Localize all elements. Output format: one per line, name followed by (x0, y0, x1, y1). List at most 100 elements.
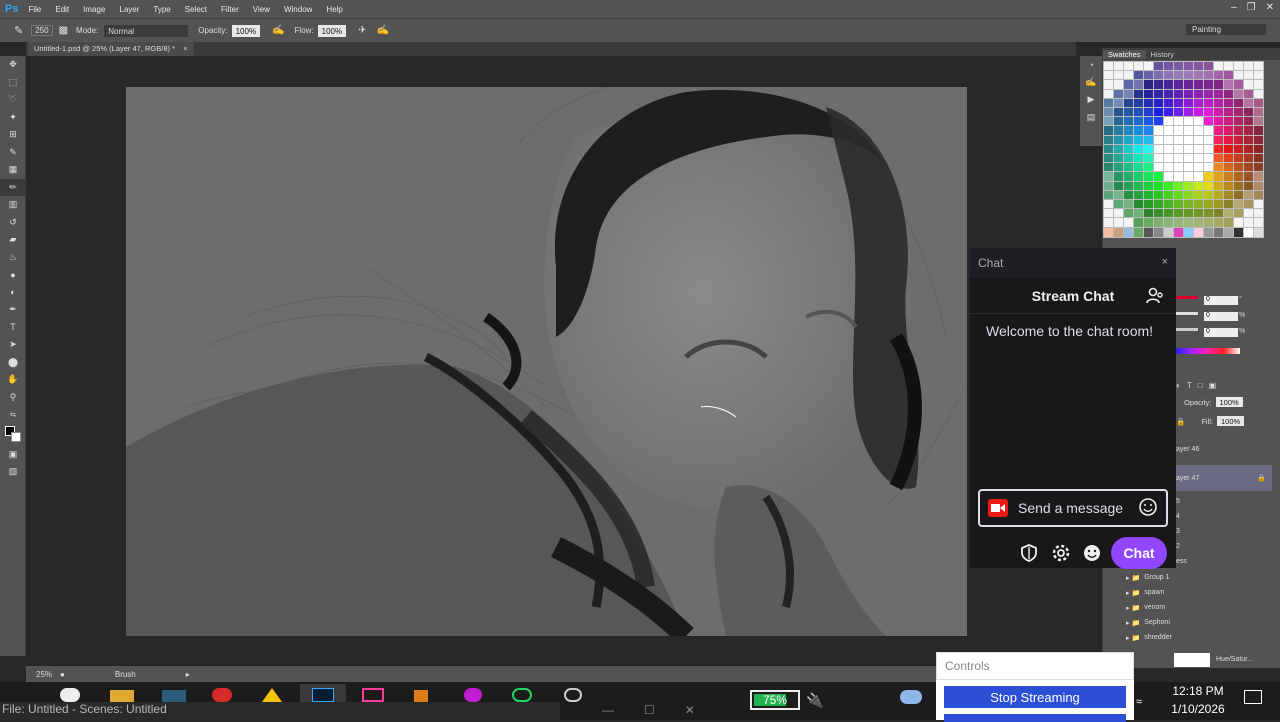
swatch-cell[interactable] (1233, 180, 1244, 192)
swatch-cell[interactable] (1203, 70, 1214, 82)
shape-tool-icon[interactable]: ⬤ (0, 354, 26, 372)
swatch-cell[interactable] (1153, 70, 1164, 82)
swap-colors-icon[interactable]: ⇆ (0, 406, 26, 424)
swatch-cell[interactable] (1243, 107, 1254, 118)
swatch-cell[interactable] (1193, 208, 1204, 220)
blur-tool-icon[interactable]: ● (0, 266, 26, 284)
swatch-cell[interactable] (1203, 97, 1214, 109)
swatch-cell[interactable] (1133, 208, 1144, 220)
quick-mask-icon[interactable]: ▣ (0, 446, 26, 464)
dodge-tool-icon[interactable]: ◐ (0, 284, 26, 302)
swatch-cell[interactable] (1153, 143, 1164, 155)
community-icon[interactable] (1146, 286, 1164, 307)
eraser-tool-icon[interactable]: ▰ (0, 231, 26, 249)
swatch-cell[interactable] (1183, 208, 1194, 220)
swatch-cell[interactable] (1173, 226, 1184, 238)
tab-history[interactable]: History (1146, 50, 1179, 59)
hand-tool-icon[interactable]: ✋ (0, 371, 26, 389)
swatch-cell[interactable] (1253, 226, 1264, 238)
layer-group-row[interactable]: ▸ 📁 shredder (1104, 630, 1268, 645)
swatch-cell[interactable] (1143, 162, 1154, 174)
swatch-cell[interactable] (1103, 199, 1114, 210)
swatch-cell[interactable] (1243, 208, 1254, 220)
close-tab-icon[interactable]: × (183, 44, 187, 53)
swatch-cell[interactable] (1203, 217, 1214, 229)
swatch-cell[interactable] (1233, 88, 1244, 100)
swatch-cell[interactable] (1163, 88, 1174, 100)
swatch-cell[interactable] (1123, 180, 1134, 192)
swatch-cell[interactable] (1153, 79, 1164, 91)
swatch-cell[interactable] (1193, 61, 1204, 72)
swatch-cell[interactable] (1113, 153, 1124, 164)
swatch-cell[interactable] (1203, 199, 1214, 210)
swatch-cell[interactable] (1143, 171, 1154, 183)
swatch-cell[interactable] (1143, 79, 1154, 91)
swatch-cell[interactable] (1103, 134, 1114, 146)
opacity-field[interactable]: 100% (231, 24, 261, 37)
swatch-cell[interactable] (1103, 79, 1114, 91)
swatch-cell[interactable] (1153, 162, 1164, 174)
swatch-cell[interactable] (1113, 70, 1124, 82)
swatch-cell[interactable] (1223, 143, 1234, 155)
shape-filter-icon[interactable]: □ (1198, 381, 1203, 390)
swatch-cell[interactable] (1143, 153, 1154, 164)
swatch-cell[interactable] (1153, 226, 1164, 238)
wifi-icon[interactable]: ≈ (1136, 696, 1142, 708)
swatch-cell[interactable] (1223, 189, 1234, 201)
swatch-cell[interactable] (1183, 134, 1194, 146)
swatch-cell[interactable] (1213, 134, 1224, 146)
swatch-cell[interactable] (1113, 189, 1124, 201)
app-icon[interactable] (162, 690, 186, 702)
swatch-cell[interactable] (1193, 116, 1204, 128)
swatch-cell[interactable] (1183, 70, 1194, 82)
swatch-cell[interactable] (1193, 226, 1204, 238)
swatch-cell[interactable] (1243, 61, 1254, 72)
swatch-cell[interactable] (1133, 189, 1144, 201)
swatch-cell[interactable] (1213, 171, 1224, 183)
swatch-cell[interactable] (1233, 134, 1244, 146)
swatch-cell[interactable] (1203, 208, 1214, 220)
swatch-cell[interactable] (1123, 97, 1134, 109)
swatch-cell[interactable] (1213, 107, 1224, 118)
color-value-2[interactable]: 0 (1204, 312, 1238, 321)
swatch-cell[interactable] (1103, 125, 1114, 137)
swatch-cell[interactable] (1113, 88, 1124, 100)
swatch-cell[interactable] (1223, 125, 1234, 137)
background-color[interactable] (11, 431, 21, 442)
swatch-cell[interactable] (1103, 116, 1114, 128)
swatch-cell[interactable] (1133, 70, 1144, 82)
swatch-cell[interactable] (1143, 61, 1154, 72)
swatch-cell[interactable] (1123, 162, 1134, 174)
swatch-cell[interactable] (1103, 189, 1114, 201)
swatch-cell[interactable] (1103, 107, 1114, 118)
swatch-cell[interactable] (1203, 153, 1214, 164)
swatch-cell[interactable] (1163, 171, 1174, 183)
swatch-cell[interactable] (1203, 171, 1214, 183)
spotify-app-icon[interactable] (512, 688, 532, 702)
swatch-cell[interactable] (1113, 116, 1124, 128)
swatch-cell[interactable] (1193, 217, 1204, 229)
swatch-cell[interactable] (1133, 162, 1144, 174)
swatch-cell[interactable] (1123, 199, 1134, 210)
swatch-cell[interactable] (1113, 79, 1124, 91)
swatch-cell[interactable] (1153, 180, 1164, 192)
type-tool-icon[interactable]: T (0, 319, 26, 337)
obs-app-icon[interactable] (60, 688, 80, 702)
swatch-cell[interactable] (1143, 217, 1154, 229)
menu-view[interactable]: View (253, 5, 270, 14)
layer-group-row[interactable]: ▸ 📁 venom (1104, 600, 1268, 615)
swatch-cell[interactable] (1173, 116, 1184, 128)
swatch-cell[interactable] (1213, 217, 1224, 229)
swatch-cell[interactable] (1143, 125, 1154, 137)
swatch-cell[interactable] (1253, 97, 1264, 109)
swatch-cell[interactable] (1103, 226, 1114, 238)
swatch-cell[interactable] (1143, 208, 1154, 220)
swatch-cell[interactable] (1123, 226, 1134, 238)
swatch-cell[interactable] (1113, 97, 1124, 109)
swatch-cell[interactable] (1243, 162, 1254, 174)
swatch-cell[interactable] (1173, 143, 1184, 155)
swatch-cell[interactable] (1253, 107, 1264, 118)
path-select-tool-icon[interactable]: ➤ (0, 336, 26, 354)
pressure-opacity-icon[interactable]: ✍ (272, 25, 284, 36)
swatch-cell[interactable] (1213, 97, 1224, 109)
